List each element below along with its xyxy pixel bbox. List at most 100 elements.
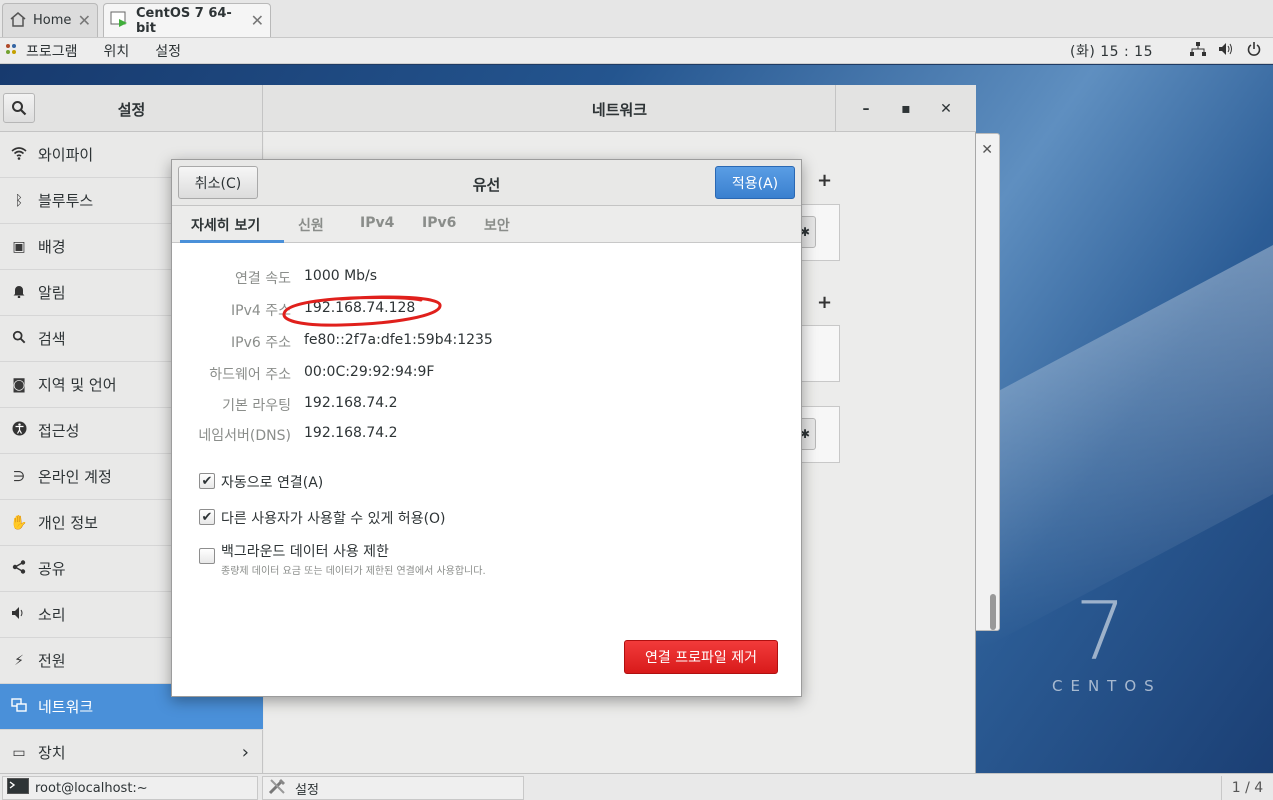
- close-icon[interactable]: ✕: [78, 11, 91, 30]
- ipv6-address-label: IPv6 주소: [231, 335, 291, 351]
- menu-programs[interactable]: 프로그램: [26, 41, 78, 61]
- sidebar-item-label: 네트워크: [38, 698, 94, 716]
- taskbar-terminal[interactable]: root@localhost:~: [2, 776, 258, 800]
- sidebar-item-label: 지역 및 언어: [38, 376, 117, 394]
- vm-icon: [110, 10, 130, 32]
- dialog-tabs: 자세히 보기 신원 IPv4 IPv6 보안: [172, 206, 801, 243]
- add-vpn-button[interactable]: +: [817, 292, 832, 313]
- sidebar-item-label: 전원: [38, 652, 66, 670]
- centos-logo-word: CENTOS: [1052, 677, 1162, 695]
- auto-connect-checkbox-row[interactable]: ✔ 자동으로 연결(A): [199, 472, 323, 492]
- wifi-icon: [10, 146, 28, 164]
- sidebar-item-label: 검색: [38, 330, 66, 348]
- allow-other-users-checkbox-row[interactable]: ✔ 다른 사용자가 사용할 수 있게 허용(O): [199, 508, 446, 528]
- bluetooth-icon: ᛒ: [14, 192, 24, 209]
- sidebar-item-label: 배경: [38, 238, 66, 256]
- gnome-foot-icon: [4, 42, 18, 60]
- host-tab-centos-label: CentOS 7 64-bit: [136, 5, 232, 36]
- remove-connection-profile-button[interactable]: 연결 프로파일 제거: [624, 640, 778, 674]
- bottom-taskbar: root@localhost:~ 설정 1 / 4: [0, 773, 1273, 800]
- minimize-button[interactable]: –: [846, 101, 886, 117]
- volume-icon[interactable]: [1217, 42, 1235, 60]
- taskbar-settings[interactable]: 설정: [262, 776, 524, 800]
- restrict-background-data-description: 종량제 데이터 요금 또는 데이터가 제한된 연결에서 사용합니다.: [221, 566, 486, 577]
- add-connection-button[interactable]: +: [817, 170, 832, 191]
- sidebar-item-label: 접근성: [38, 422, 80, 440]
- region-icon: ◙: [12, 376, 26, 393]
- tab-ipv4[interactable]: IPv4: [360, 215, 394, 231]
- home-icon: [9, 11, 27, 31]
- restrict-background-data-label: 백그라운드 데이터 사용 제한: [221, 544, 389, 560]
- apply-button[interactable]: 적용(A): [715, 166, 795, 199]
- auto-connect-label: 자동으로 연결(A): [221, 475, 324, 491]
- tab-details[interactable]: 자세히 보기: [191, 215, 260, 235]
- default-route-label: 기본 라우팅: [222, 398, 291, 414]
- devices-icon: ▭: [12, 744, 26, 761]
- privacy-icon: ✋: [10, 514, 28, 531]
- close-icon[interactable]: ✕: [981, 142, 993, 158]
- hardware-address-label: 하드웨어 주소: [209, 367, 291, 383]
- sidebar-item-label: 온라인 계정: [38, 468, 112, 486]
- link-speed-value: 1000 Mb/s: [304, 268, 378, 284]
- menu-settings[interactable]: 설정: [155, 41, 181, 61]
- link-speed-label: 연결 속도: [235, 271, 291, 287]
- settings-tools-icon: [267, 777, 289, 799]
- active-tab-indicator: [180, 240, 284, 243]
- clock[interactable]: (화) 15 : 15: [1070, 41, 1153, 61]
- sidebar-item-label: 소리: [38, 606, 66, 624]
- close-icon[interactable]: ✕: [251, 11, 264, 30]
- restrict-background-data-checkbox-row[interactable]: 백그라운드 데이터 사용 제한 종량제 데이터 요금 또는 데이터가 제한된 연…: [199, 541, 486, 577]
- menu-places[interactable]: 위치: [104, 41, 130, 61]
- sidebar-item-label: 장치: [38, 744, 66, 762]
- scrollbar[interactable]: [990, 594, 996, 630]
- sidebar-item-label: 공유: [38, 560, 66, 578]
- tab-security[interactable]: 보안: [484, 215, 510, 235]
- tab-ipv6[interactable]: IPv6: [422, 215, 456, 231]
- wired-connection-dialog: 취소(C) 유선 적용(A) 자세히 보기 신원 IPv4 IPv6 보안 연결…: [171, 159, 802, 697]
- workspace-indicator[interactable]: 1 / 4: [1221, 776, 1273, 800]
- chevron-right-icon: ›: [241, 742, 249, 763]
- dns-value: 192.168.74.2: [304, 425, 398, 441]
- sidebar-item-label: 와이파이: [38, 146, 94, 164]
- tab-identity[interactable]: 신원: [298, 215, 324, 235]
- share-icon: [10, 559, 28, 578]
- host-tab-home[interactable]: Home ✕: [2, 3, 98, 37]
- host-tab-home-label: Home: [33, 13, 72, 28]
- host-tab-bar: Home ✕ CentOS 7 64-bit ✕: [0, 0, 1273, 38]
- hardware-address-value: 00:0C:29:92:94:9F: [304, 364, 435, 380]
- settings-header-bar: 설정 네트워크 – ▪ ✕: [0, 85, 976, 132]
- ipv4-address-label: IPv4 주소: [231, 303, 291, 319]
- accessibility-icon: [10, 421, 28, 440]
- host-tab-centos[interactable]: CentOS 7 64-bit ✕: [103, 3, 271, 37]
- default-route-value: 192.168.74.2: [304, 395, 398, 411]
- sidebar-item-devices[interactable]: ▭ 장치 ›: [0, 730, 263, 776]
- dns-label: 네임서버(DNS): [198, 428, 291, 444]
- power-icon[interactable]: [1245, 41, 1263, 60]
- terminal-icon: [7, 778, 29, 798]
- sidebar-item-label: 블루투스: [38, 192, 94, 210]
- sound-icon: [10, 606, 28, 624]
- sidebar-item-label: 알림: [38, 284, 66, 302]
- background-icon: ▣: [12, 238, 26, 255]
- maximize-button[interactable]: ▪: [886, 101, 926, 117]
- power-icon: ⚡: [14, 652, 24, 669]
- restrict-background-data-checkbox[interactable]: [199, 548, 215, 564]
- allow-other-users-checkbox[interactable]: ✔: [199, 509, 215, 525]
- details-page: 연결 속도 1000 Mb/s IPv4 주소 192.168.74.128 I…: [172, 244, 801, 696]
- dialog-title: 유선: [472, 176, 501, 194]
- ipv6-address-value: fe80::2f7a:dfe1:59b4:1235: [304, 332, 493, 348]
- online-accounts-icon: ∋: [12, 468, 26, 485]
- network-icon[interactable]: [1189, 41, 1207, 60]
- applications-menu: 프로그램 위치 설정: [0, 41, 207, 61]
- gnome-top-bar: 프로그램 위치 설정 (화) 15 : 15: [0, 38, 1273, 64]
- sidebar-item-label: 개인 정보: [38, 514, 98, 532]
- search-icon: [10, 330, 28, 348]
- ipv4-address-value: 192.168.74.128: [304, 300, 416, 316]
- dialog-header: 취소(C) 유선 적용(A): [172, 160, 801, 206]
- auto-connect-checkbox[interactable]: ✔: [199, 473, 215, 489]
- sidebar-title: 설정: [117, 101, 146, 119]
- centos-logo-number: 7: [1075, 585, 1126, 678]
- close-button[interactable]: ✕: [926, 101, 966, 117]
- taskbar-settings-label: 설정: [295, 782, 319, 798]
- bell-icon: [10, 284, 28, 302]
